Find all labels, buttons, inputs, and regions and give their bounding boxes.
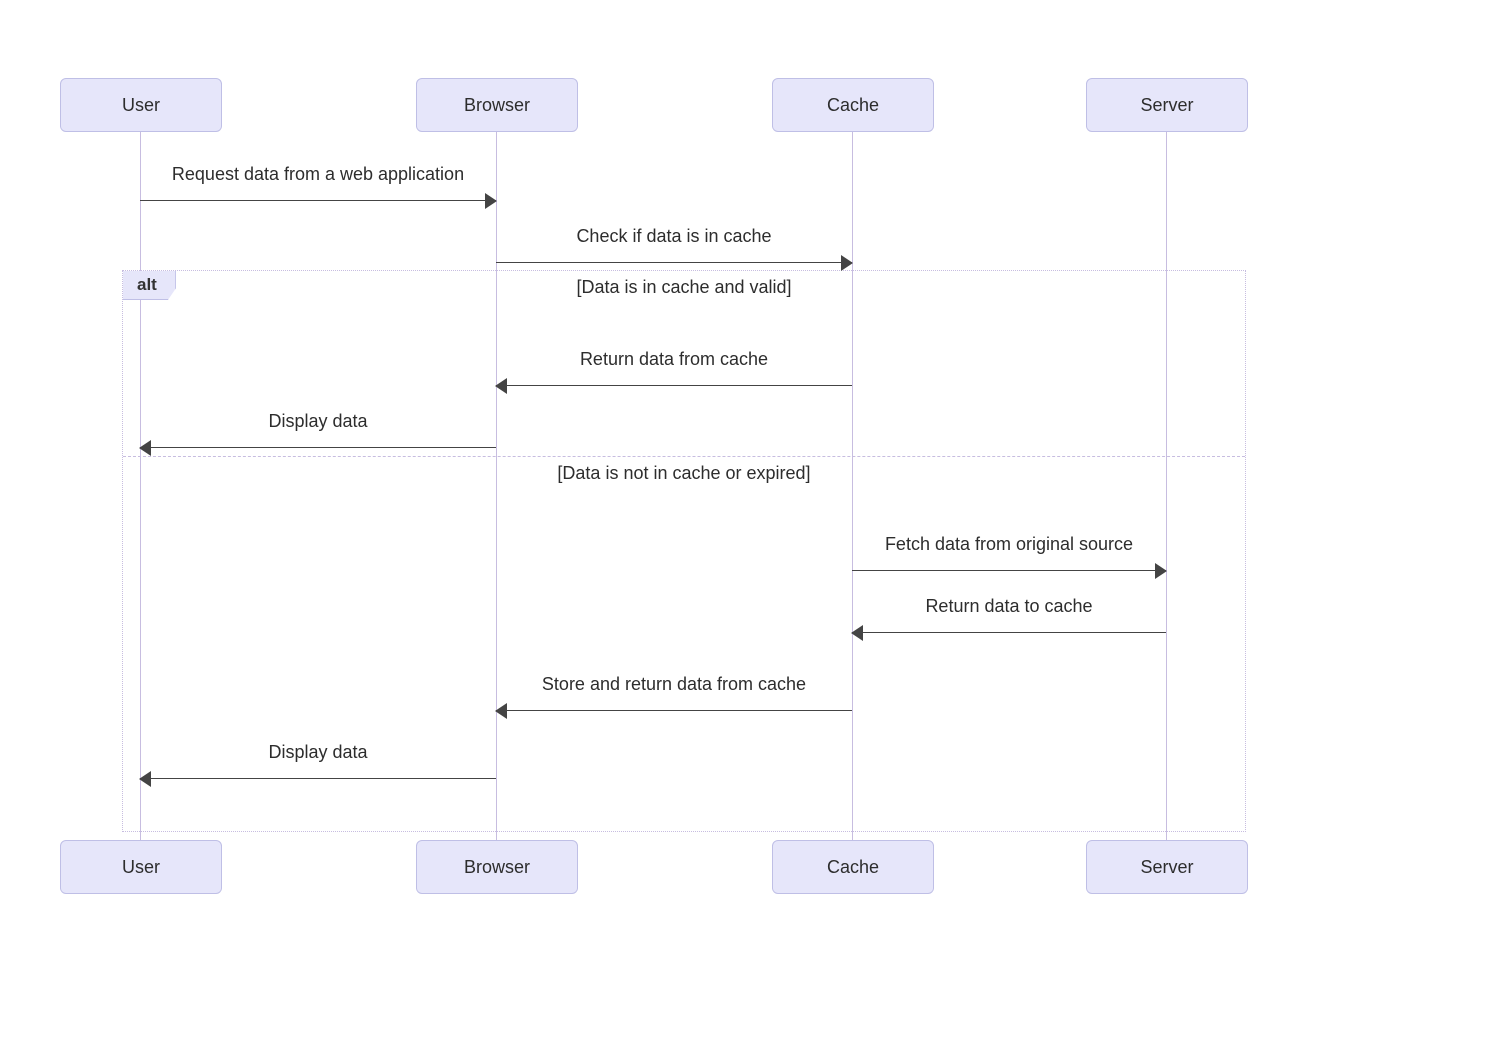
message-label: Display data [140, 742, 496, 763]
actor-cache-top: Cache [772, 78, 934, 132]
actor-cache-bottom: Cache [772, 840, 934, 894]
message-check-cache: Check if data is in cache [496, 252, 852, 274]
sequence-diagram: User Browser Cache Server alt [Data is i… [0, 0, 1500, 1047]
actor-user-top: User [60, 78, 222, 132]
message-return-from-cache: Return data from cache [496, 375, 852, 397]
arrow-line [496, 385, 852, 386]
message-label: Request data from a web application [140, 164, 496, 185]
message-label: Return data from cache [496, 349, 852, 370]
alt-condition-1: [Data is in cache and valid] [123, 277, 1245, 298]
arrow-line [852, 570, 1166, 571]
actor-label: Server [1140, 95, 1193, 116]
actor-server-top: Server [1086, 78, 1248, 132]
actor-browser-top: Browser [416, 78, 578, 132]
message-label: Check if data is in cache [496, 226, 852, 247]
message-label: Display data [140, 411, 496, 432]
arrow-line [496, 710, 852, 711]
message-display-data-2: Display data [140, 768, 496, 790]
message-fetch-original: Fetch data from original source [852, 560, 1166, 582]
arrow-line [140, 447, 496, 448]
arrow-line [140, 778, 496, 779]
message-store-return: Store and return data from cache [496, 700, 852, 722]
actor-label: Cache [827, 95, 879, 116]
arrow-line [140, 200, 496, 201]
message-label: Return data to cache [852, 596, 1166, 617]
actor-label: User [122, 95, 160, 116]
arrow-line [496, 262, 852, 263]
actor-server-bottom: Server [1086, 840, 1248, 894]
alt-condition-2: [Data is not in cache or expired] [123, 463, 1245, 484]
actor-label: User [122, 857, 160, 878]
message-label: Store and return data from cache [496, 674, 852, 695]
actor-label: Cache [827, 857, 879, 878]
arrow-line [852, 632, 1166, 633]
message-request-data: Request data from a web application [140, 190, 496, 212]
actor-label: Server [1140, 857, 1193, 878]
message-label: Fetch data from original source [852, 534, 1166, 555]
actor-label: Browser [464, 857, 530, 878]
actor-browser-bottom: Browser [416, 840, 578, 894]
message-return-to-cache: Return data to cache [852, 622, 1166, 644]
actor-user-bottom: User [60, 840, 222, 894]
actor-label: Browser [464, 95, 530, 116]
message-display-data-1: Display data [140, 437, 496, 459]
